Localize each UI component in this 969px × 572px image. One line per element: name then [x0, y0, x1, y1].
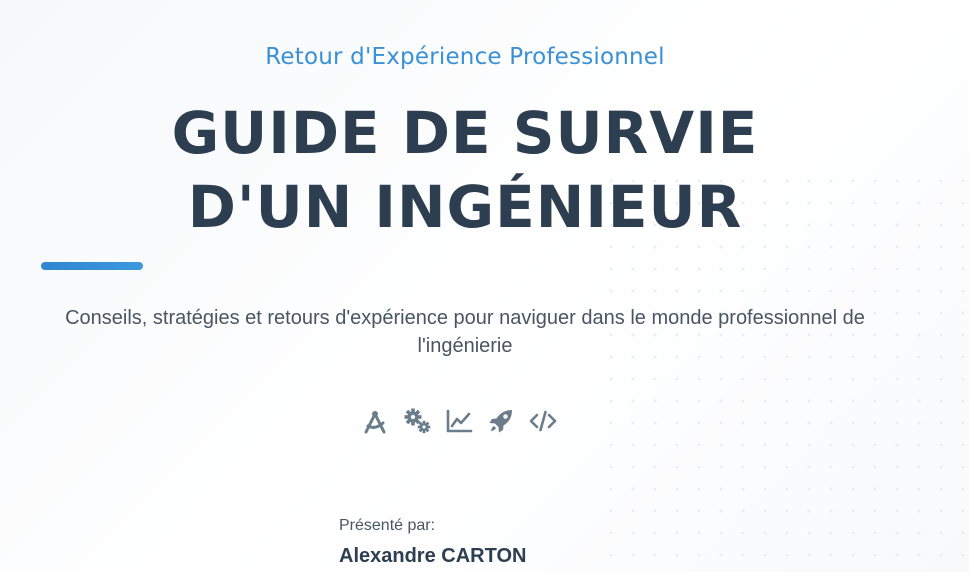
presenter-label: Présenté par:	[339, 517, 436, 534]
chart-line-icon	[444, 406, 474, 436]
slide-title-line-2: D'UN INGÉNIEUR	[187, 173, 743, 241]
accent-bar	[41, 262, 143, 270]
slide-title-line-1: GUIDE DE SURVIE	[171, 99, 759, 167]
drafting-compass-icon	[360, 406, 390, 436]
slide-subtitle: Retour d'Expérience Professionnel	[265, 44, 665, 70]
icon-row	[360, 402, 558, 440]
rocket-icon	[486, 406, 516, 436]
title-slide: Retour d'Expérience Professionnel GUIDE …	[0, 0, 930, 572]
gears-icon	[402, 406, 432, 436]
code-icon	[528, 406, 558, 436]
slide-title: GUIDE DE SURVIE D'UN INGÉNIEUR	[0, 96, 930, 244]
slide-description: Conseils, stratégies et retours d'expéri…	[65, 307, 865, 357]
presenter-name: Alexandre CARTON	[339, 545, 527, 567]
